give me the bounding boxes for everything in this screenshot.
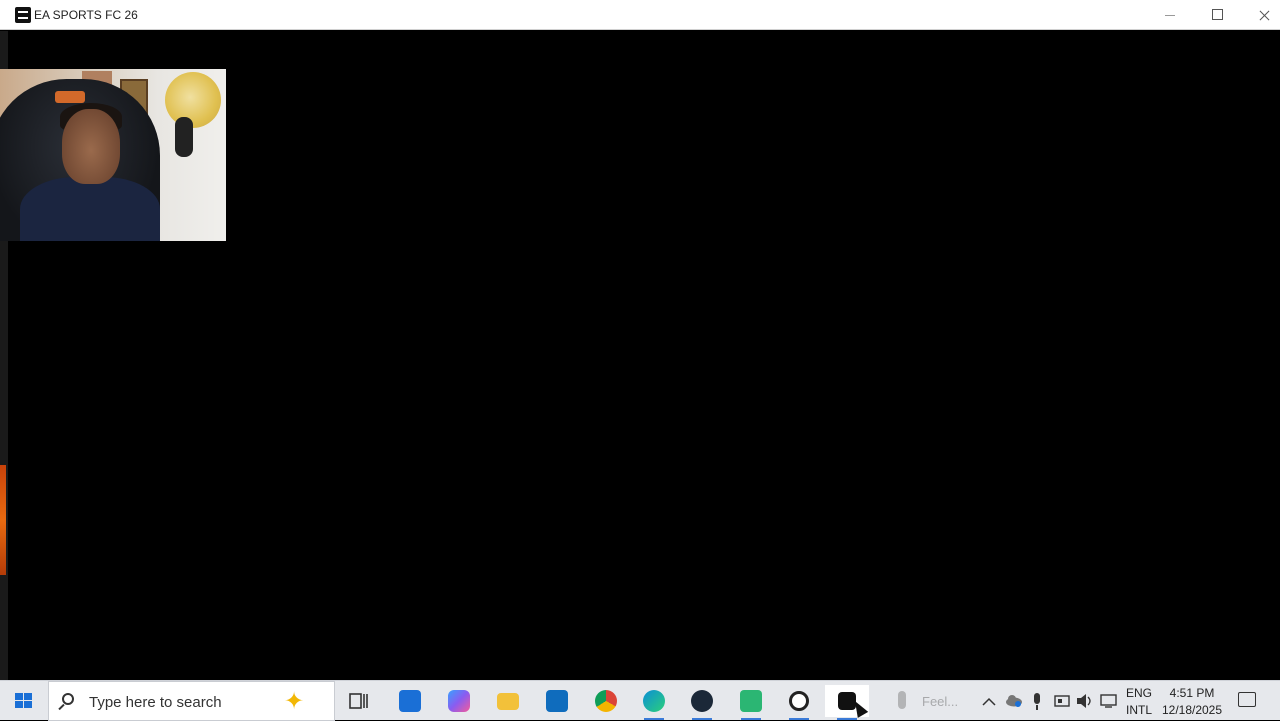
language-code: ENG (1125, 686, 1152, 700)
edge-icon (643, 690, 665, 712)
game-icon (740, 690, 762, 712)
notification-center-icon[interactable] (1238, 692, 1256, 707)
volume-icon[interactable] (1076, 693, 1092, 709)
chrome-icon (595, 690, 617, 712)
taskbar-app-copilot[interactable] (437, 685, 481, 717)
task-view-button[interactable] (337, 685, 381, 717)
steam-icon (691, 690, 713, 712)
task-view-icon (349, 693, 368, 709)
taskbar-app-outlook[interactable] (535, 685, 579, 717)
clock[interactable]: 4:51 PM 12/18/2025 (1158, 686, 1226, 717)
headphones-on-wall (175, 117, 193, 157)
person-head (62, 109, 120, 184)
display-icon[interactable] (1054, 693, 1070, 709)
weather-widget[interactable]: Feel... (888, 685, 968, 717)
taskbar-app-file-explorer[interactable] (486, 685, 530, 717)
taskbar-app-steam[interactable] (680, 685, 724, 720)
minimize-button[interactable] (1147, 0, 1193, 30)
search-icon (62, 693, 74, 705)
clock-time: 4:51 PM (1169, 686, 1215, 700)
wall-decoration (165, 72, 221, 128)
taskbar-app-game[interactable] (729, 685, 773, 720)
search-placeholder: Type here to search (89, 694, 222, 711)
webcam-overlay (0, 69, 226, 241)
taskbar-app-edge[interactable] (632, 685, 676, 720)
start-button[interactable] (0, 681, 48, 721)
taskbar-app-store[interactable] (388, 685, 432, 717)
store-icon (399, 690, 421, 712)
taskbar-app-chrome[interactable] (584, 685, 628, 717)
search-highlight-icon[interactable]: ✦ (264, 688, 324, 716)
window-title-bar[interactable]: EA SPORTS FC 26 (0, 0, 1280, 30)
microphone-icon[interactable] (1031, 693, 1047, 710)
taskbar: Type here to search ✦ Feel... ENG INTL 4… (0, 680, 1280, 721)
chair-logo (55, 91, 85, 103)
network-icon[interactable] (1100, 693, 1117, 709)
language-indicator[interactable]: ENG INTL (1124, 686, 1154, 717)
show-hidden-icons-chevron-icon[interactable] (982, 694, 998, 710)
window-title: EA SPORTS FC 26 (34, 8, 138, 22)
windows-icon (15, 693, 33, 709)
onedrive-cloud-icon[interactable] (1005, 693, 1022, 709)
taskbar-search-box[interactable]: Type here to search ✦ (48, 681, 335, 721)
weather-text: Feel... (922, 694, 959, 709)
person-body (20, 177, 160, 241)
outlook-icon (546, 690, 568, 712)
copilot-icon (448, 690, 470, 712)
thermometer-icon (898, 691, 906, 709)
steelseries-icon (789, 691, 809, 711)
close-button[interactable] (1240, 0, 1280, 30)
keyboard-layout: INTL (1125, 703, 1152, 717)
ea-fc-app-icon (15, 7, 31, 23)
clock-date: 12/18/2025 (1161, 703, 1223, 717)
background-window-accent (0, 465, 6, 575)
folder-icon (497, 692, 519, 710)
taskbar-app-steelseries[interactable] (777, 685, 821, 720)
maximize-button[interactable] (1194, 0, 1240, 30)
